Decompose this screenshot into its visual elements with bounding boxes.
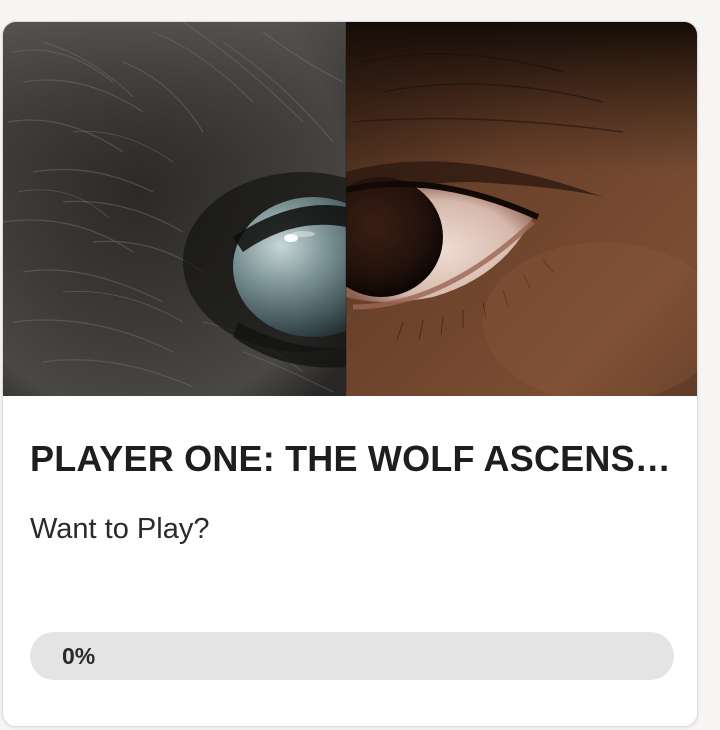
story-subtitle: Want to Play?: [30, 513, 210, 545]
story-title[interactable]: PLAYER ONE: THE WOLF ASCENSION: [30, 436, 674, 482]
progress-bar[interactable]: 0%: [30, 632, 674, 680]
progress-label: 0%: [62, 643, 96, 669]
cover-image[interactable]: [3, 22, 697, 396]
story-card[interactable]: PLAYER ONE: THE WOLF ASCENSION Want to P…: [2, 21, 698, 727]
